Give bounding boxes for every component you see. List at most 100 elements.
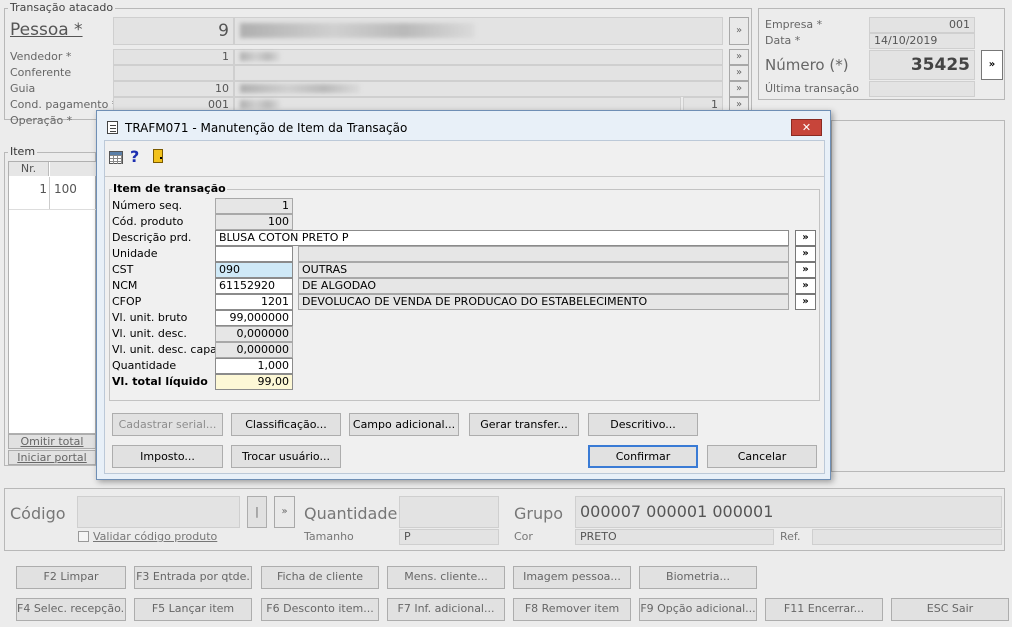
cadastrar-serial-button[interactable]: Cadastrar serial...: [112, 413, 223, 436]
dialog-title-icon: [107, 121, 118, 134]
guia-label: Guia: [10, 82, 36, 95]
transacao-group-title: Transação atacado: [8, 1, 116, 14]
guia-lookup-button[interactable]: »: [729, 81, 749, 97]
campo-adicional-button[interactable]: Campo adicional...: [349, 413, 459, 436]
mens-cliente-button[interactable]: Mens. cliente...: [387, 566, 505, 589]
ncm-lookup-button[interactable]: »: [795, 278, 816, 294]
unidade-lookup-button[interactable]: »: [795, 246, 816, 262]
conferente-code-field[interactable]: [113, 65, 234, 81]
numero-label: Número (*): [765, 56, 849, 74]
item-grid[interactable]: [8, 161, 96, 434]
cancelar-button[interactable]: Cancelar: [707, 445, 817, 468]
quantidade-item-field[interactable]: 1,000: [215, 358, 293, 374]
guia-code-field[interactable]: 10: [113, 81, 234, 97]
vendedor-name-redacted: [240, 52, 280, 61]
descricao-lookup-button[interactable]: »: [795, 230, 816, 246]
f3-entrada-qtde-button[interactable]: F3 Entrada por qtde.: [134, 566, 252, 589]
codigo-separator: |: [247, 496, 267, 528]
validar-label: Validar código produto: [93, 530, 218, 543]
validar-checkbox[interactable]: [78, 531, 89, 542]
numero-seq-field: 1: [215, 198, 293, 214]
toolbar-separator: [105, 176, 824, 177]
codigo-lookup-button[interactable]: »: [274, 496, 295, 528]
vl-desc-label: Vl. unit. desc.: [112, 327, 187, 340]
empresa-field[interactable]: 001: [869, 17, 975, 33]
exit-door-icon[interactable]: [153, 149, 163, 163]
conferente-lookup-button[interactable]: »: [729, 65, 749, 81]
cor-label: Cor: [514, 530, 533, 543]
grupo-field: 000007 000001 000001: [575, 496, 1002, 528]
omitir-total-button[interactable]: Omitir total: [8, 434, 96, 449]
confirmar-button[interactable]: Confirmar: [588, 445, 698, 468]
f8-remover-item-button[interactable]: F8 Remover item: [513, 598, 631, 621]
vl-desc-field: 0,000000: [215, 326, 293, 342]
vendedor-code-field[interactable]: 1: [113, 49, 234, 65]
item-dialog: TRAFM071 - Manutenção de Item da Transaç…: [96, 110, 831, 480]
f2-limpar-button[interactable]: F2 Limpar: [16, 566, 126, 589]
item-grid-sep: [49, 177, 50, 209]
dialog-title: TRAFM071 - Manutenção de Item da Transaç…: [125, 121, 408, 135]
unidade-field[interactable]: [215, 246, 293, 262]
ncm-field[interactable]: 61152920: [215, 278, 293, 294]
codigo-input[interactable]: [77, 496, 240, 528]
pessoa-name-redacted: [240, 23, 475, 38]
ficha-cliente-button[interactable]: Ficha de cliente: [261, 566, 379, 589]
item-panel-title: Item: [8, 145, 38, 158]
ncm-label: NCM: [112, 279, 138, 292]
conferente-label: Conferente: [10, 66, 72, 79]
imposto-button[interactable]: Imposto...: [112, 445, 223, 468]
numero-seq-label: Número seq.: [112, 199, 183, 212]
cfop-field[interactable]: 1201: [215, 294, 293, 310]
cfop-desc-field: DEVOLUCAO DE VENDA DE PRODUCAO DO ESTABE…: [298, 294, 789, 310]
vendedor-name-field[interactable]: [234, 49, 723, 65]
ref-label: Ref.: [780, 530, 801, 543]
vl-desc-capa-label: Vl. unit. desc. capa: [112, 343, 217, 356]
grupo-label: Grupo: [514, 504, 564, 523]
quantidade-input[interactable]: [399, 496, 499, 528]
pessoa-code-field[interactable]: 9: [113, 17, 234, 45]
esc-sair-button[interactable]: ESC Sair: [891, 598, 1009, 621]
cod-produto-field: 100: [215, 214, 293, 230]
f6-desconto-item-button[interactable]: F6 Desconto item...: [261, 598, 379, 621]
cst-lookup-button[interactable]: »: [795, 262, 816, 278]
cst-field[interactable]: 090: [215, 262, 293, 278]
item-grid-header-code: [50, 162, 96, 176]
pessoa-lookup-button[interactable]: »: [729, 17, 749, 45]
f7-inf-adicional-button[interactable]: F7 Inf. adicional...: [387, 598, 505, 621]
quantidade-item-label: Quantidade: [112, 359, 177, 372]
trocar-usuario-button[interactable]: Trocar usuário...: [231, 445, 341, 468]
f4-selec-recepcao-button[interactable]: F4 Selec. recepção..: [16, 598, 126, 621]
dialog-close-button[interactable]: ✕: [791, 119, 822, 136]
dialog-body: ? Item de transação Número seq. Cód. pro…: [104, 140, 825, 474]
help-icon[interactable]: ?: [130, 147, 139, 166]
numero-field[interactable]: 35425: [869, 50, 975, 80]
descritivo-button[interactable]: Descritivo...: [588, 413, 698, 436]
table-icon[interactable]: [109, 151, 123, 164]
vl-total-field: 99,00: [215, 374, 293, 390]
cor-field: PRETO: [575, 529, 774, 545]
numero-lookup-button[interactable]: »: [981, 50, 1003, 80]
iniciar-portal-button[interactable]: Iniciar portal: [8, 450, 96, 465]
data-field[interactable]: 14/10/2019: [869, 33, 975, 49]
item-transacao-title: Item de transação: [112, 182, 227, 195]
biometria-button[interactable]: Biometria...: [639, 566, 757, 589]
vendedor-lookup-button[interactable]: »: [729, 49, 749, 65]
conferente-name-field[interactable]: [234, 65, 723, 81]
f9-opcao-adicional-button[interactable]: F9 Opção adicional...: [639, 598, 757, 621]
descricao-field[interactable]: BLUSA COTON PRETO P: [215, 230, 789, 246]
vl-bruto-label: Vl. unit. bruto: [112, 311, 188, 324]
vl-bruto-field[interactable]: 99,000000: [215, 310, 293, 326]
classificacao-button[interactable]: Classificação...: [231, 413, 341, 436]
gerar-transfer-button[interactable]: Gerar transfer...: [469, 413, 579, 436]
cond-pagamento-redacted: [240, 100, 280, 109]
imagem-pessoa-button[interactable]: Imagem pessoa...: [513, 566, 631, 589]
ncm-desc-field: DE ALGODAO: [298, 278, 789, 294]
pessoa-label: Pessoa *: [10, 20, 83, 40]
vl-total-label: Vl. total líquido: [112, 375, 208, 388]
f5-lancar-item-button[interactable]: F5 Lançar item: [134, 598, 252, 621]
tamanho-label: Tamanho: [304, 530, 354, 543]
cfop-lookup-button[interactable]: »: [795, 294, 816, 310]
unidade-label: Unidade: [112, 247, 158, 260]
vendedor-label: Vendedor *: [10, 50, 72, 63]
f11-encerrar-button[interactable]: F11 Encerrar...: [765, 598, 883, 621]
